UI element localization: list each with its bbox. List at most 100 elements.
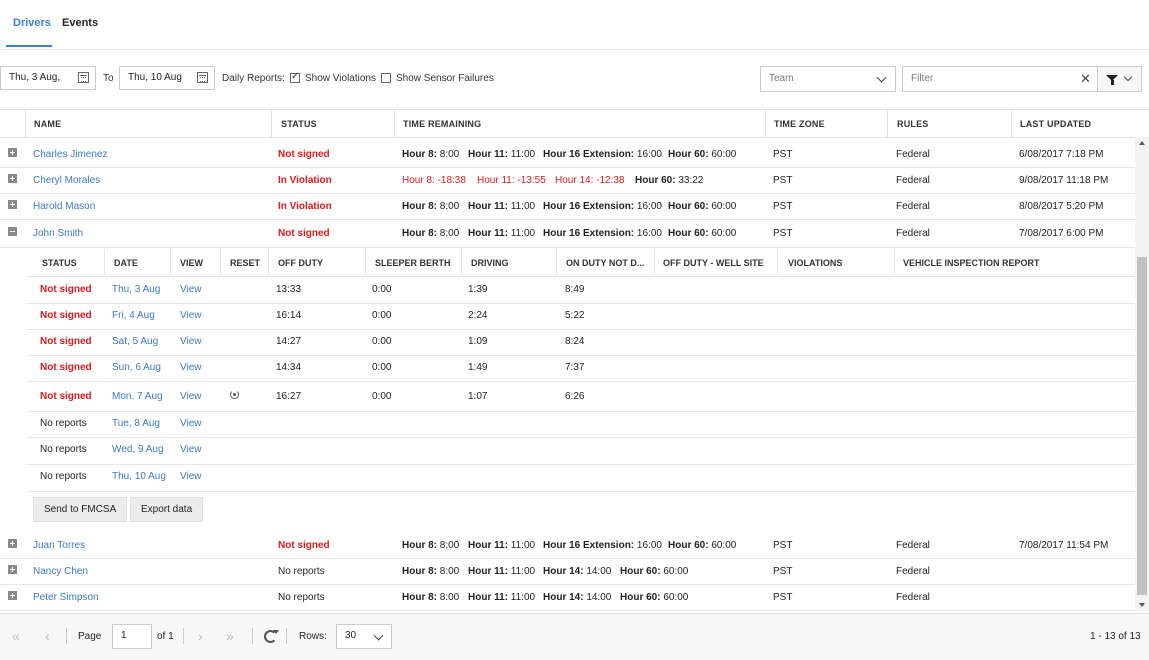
time-remaining-value: 8:00 bbox=[437, 149, 460, 160]
column-header-name[interactable]: NAME bbox=[34, 119, 61, 129]
driver-name-link[interactable]: Nancy Chen bbox=[33, 566, 88, 577]
sub-column-vehicle-inspection-report[interactable]: VEHICLE INSPECTION REPORT bbox=[903, 258, 1040, 268]
time-remaining-label: Hour 14: bbox=[543, 592, 584, 603]
time-remaining-item: Hour 14: 14:00 bbox=[543, 592, 611, 603]
show-sensor-failures-checkbox[interactable] bbox=[381, 73, 391, 83]
date-to-picker[interactable]: Thu, 10 Aug bbox=[119, 66, 215, 90]
sub-column-violations[interactable]: VIOLATIONS bbox=[788, 258, 842, 268]
sub-column-off-duty-well-site[interactable]: OFF DUTY - WELL SITE bbox=[663, 258, 764, 268]
tab-drivers[interactable]: Drivers bbox=[13, 17, 51, 29]
report-date-link[interactable]: Tue, 8 Aug bbox=[112, 418, 160, 429]
table-row[interactable]: Harold Mason In Violation Hour 8: 8:00 Hour… bbox=[0, 193, 1135, 220]
last-page-icon[interactable]: » bbox=[226, 629, 234, 643]
column-header-rules[interactable]: RULES bbox=[897, 119, 929, 129]
divider bbox=[252, 628, 253, 644]
reset-icon[interactable] bbox=[230, 390, 239, 399]
driver-name-link[interactable]: Peter Simpson bbox=[33, 592, 99, 603]
team-select[interactable]: Team bbox=[760, 66, 896, 92]
report-date-link[interactable]: Fri, 4 Aug bbox=[112, 310, 155, 321]
sub-column-sleeper-berth[interactable]: SLEEPER BERTH bbox=[375, 258, 451, 268]
driver-name-link[interactable]: Harold Mason bbox=[33, 201, 95, 212]
sub-column-on-duty-not-driving[interactable]: ON DUTY NOT D... bbox=[566, 258, 644, 268]
view-link[interactable]: View bbox=[180, 284, 202, 295]
time-zone: PST bbox=[773, 592, 793, 603]
refresh-icon[interactable] bbox=[264, 630, 279, 643]
table-row[interactable]: Juan Torres Not signed Hour 8: 8:00 Hour 11… bbox=[0, 532, 1135, 559]
time-zone: PST bbox=[773, 566, 793, 577]
column-header-last-updated[interactable]: LAST UPDATED bbox=[1020, 119, 1091, 129]
time-remaining-label: Hour 8: bbox=[402, 228, 437, 239]
expand-icon[interactable] bbox=[8, 565, 17, 574]
time-remaining-value: 8:00 bbox=[437, 201, 460, 212]
column-header-status[interactable]: STATUS bbox=[281, 119, 317, 129]
time-remaining-label: Hour 8: bbox=[402, 540, 437, 551]
pager: « ‹ Page 1 of 1 › » Rows: 30 1 - 13 of 1… bbox=[0, 613, 1149, 660]
sub-column-view[interactable]: VIEW bbox=[180, 258, 203, 268]
sub-column-date[interactable]: DATE bbox=[114, 258, 138, 268]
show-sensor-failures-label[interactable]: Show Sensor Failures bbox=[396, 73, 494, 84]
expand-icon[interactable] bbox=[8, 174, 17, 183]
close-icon[interactable]: ✕ bbox=[1080, 72, 1091, 85]
sub-column-reset[interactable]: RESET bbox=[230, 258, 260, 268]
date-from-picker[interactable]: Thu, 3 Aug, bbox=[0, 66, 96, 90]
calendar-icon[interactable] bbox=[197, 72, 208, 83]
view-link[interactable]: View bbox=[180, 471, 202, 482]
report-date-link[interactable]: Thu, 3 Aug bbox=[112, 284, 160, 295]
view-link[interactable]: View bbox=[180, 310, 202, 321]
expand-icon[interactable] bbox=[8, 148, 17, 157]
view-link[interactable]: View bbox=[180, 391, 202, 402]
scroll-down-icon[interactable] bbox=[1139, 603, 1145, 607]
table-row[interactable]: Cheryl Morales In Violation Hour 8: -18:38… bbox=[0, 167, 1135, 194]
page-number-input[interactable]: 1 bbox=[112, 624, 152, 649]
vertical-scrollbar[interactable] bbox=[1135, 137, 1149, 611]
table-row[interactable]: John Smith Not signed Hour 8: 8:00 Hour 11:… bbox=[0, 220, 1135, 248]
view-link[interactable]: View bbox=[180, 418, 202, 429]
column-header-time-zone[interactable]: TIME ZONE bbox=[774, 119, 825, 129]
driver-name-link[interactable]: Cheryl Morales bbox=[33, 175, 100, 186]
sub-column-driving[interactable]: DRIVING bbox=[471, 258, 509, 268]
table-row[interactable]: Nancy Chen No reports Hour 8: 8:00 Hour 11:… bbox=[0, 558, 1135, 585]
time-remaining-item: Hour 8: 8:00 bbox=[402, 592, 459, 603]
report-date-link[interactable]: Sat, 5 Aug bbox=[112, 336, 158, 347]
scroll-thumb[interactable] bbox=[1137, 257, 1147, 595]
show-violations-checkbox[interactable] bbox=[290, 71, 300, 83]
calendar-icon[interactable] bbox=[78, 72, 89, 83]
report-date-link[interactable]: Sun, 6 Aug bbox=[112, 362, 161, 373]
next-page-icon[interactable]: › bbox=[198, 629, 203, 643]
filter-options-button[interactable] bbox=[1098, 66, 1142, 92]
driver-name-link[interactable]: Juan Torres bbox=[33, 540, 85, 551]
expand-icon[interactable] bbox=[8, 591, 17, 600]
time-remaining-label: Hour 60: bbox=[668, 228, 709, 239]
sub-column-off-duty[interactable]: OFF DUTY bbox=[278, 258, 323, 268]
report-date-link[interactable]: Mon, 7 Aug bbox=[112, 391, 163, 402]
time-remaining-item: Hour 11: 11:00 bbox=[468, 201, 535, 212]
table-row[interactable]: Peter Simpson No reports Hour 8: 8:00 Hour … bbox=[0, 584, 1135, 611]
collapse-icon[interactable] bbox=[8, 227, 17, 236]
driver-name-link[interactable]: Charles Jimenez bbox=[33, 149, 107, 160]
prev-page-icon[interactable]: ‹ bbox=[45, 629, 50, 643]
view-link[interactable]: View bbox=[180, 444, 202, 455]
time-remaining-label: Hour 11: bbox=[468, 592, 509, 603]
filter-input[interactable]: Filter ✕ bbox=[902, 66, 1098, 92]
table-row[interactable]: Charles Jimenez Not signed Hour 8: 8:00 Hou… bbox=[0, 141, 1135, 168]
on-duty-value: 8:24 bbox=[565, 336, 585, 347]
expand-icon[interactable] bbox=[8, 539, 17, 548]
time-remaining-value: 11:00 bbox=[508, 592, 536, 603]
column-header-time-remaining[interactable]: TIME REMAINING bbox=[403, 119, 481, 129]
scroll-up-icon[interactable] bbox=[1139, 141, 1145, 145]
view-link[interactable]: View bbox=[180, 336, 202, 347]
rows-per-page-select[interactable]: 30 bbox=[336, 624, 392, 649]
report-date-link[interactable]: Thu, 10 Aug bbox=[112, 471, 166, 482]
report-date-link[interactable]: Wed, 9 Aug bbox=[112, 444, 164, 455]
show-violations-label[interactable]: Show Violations bbox=[305, 73, 376, 84]
driver-name-link[interactable]: John Smith bbox=[33, 228, 83, 239]
send-to-fmcsa-button[interactable]: Send to FMCSA bbox=[33, 497, 128, 522]
tab-events[interactable]: Events bbox=[62, 17, 98, 29]
first-page-icon[interactable]: « bbox=[12, 629, 20, 643]
view-link[interactable]: View bbox=[180, 362, 202, 373]
sub-column-status[interactable]: STATUS bbox=[42, 258, 77, 268]
column-divider bbox=[268, 249, 269, 275]
expand-icon[interactable] bbox=[8, 200, 17, 209]
export-data-button[interactable]: Export data bbox=[130, 497, 204, 522]
time-remaining-value: 11:00 bbox=[508, 201, 536, 212]
